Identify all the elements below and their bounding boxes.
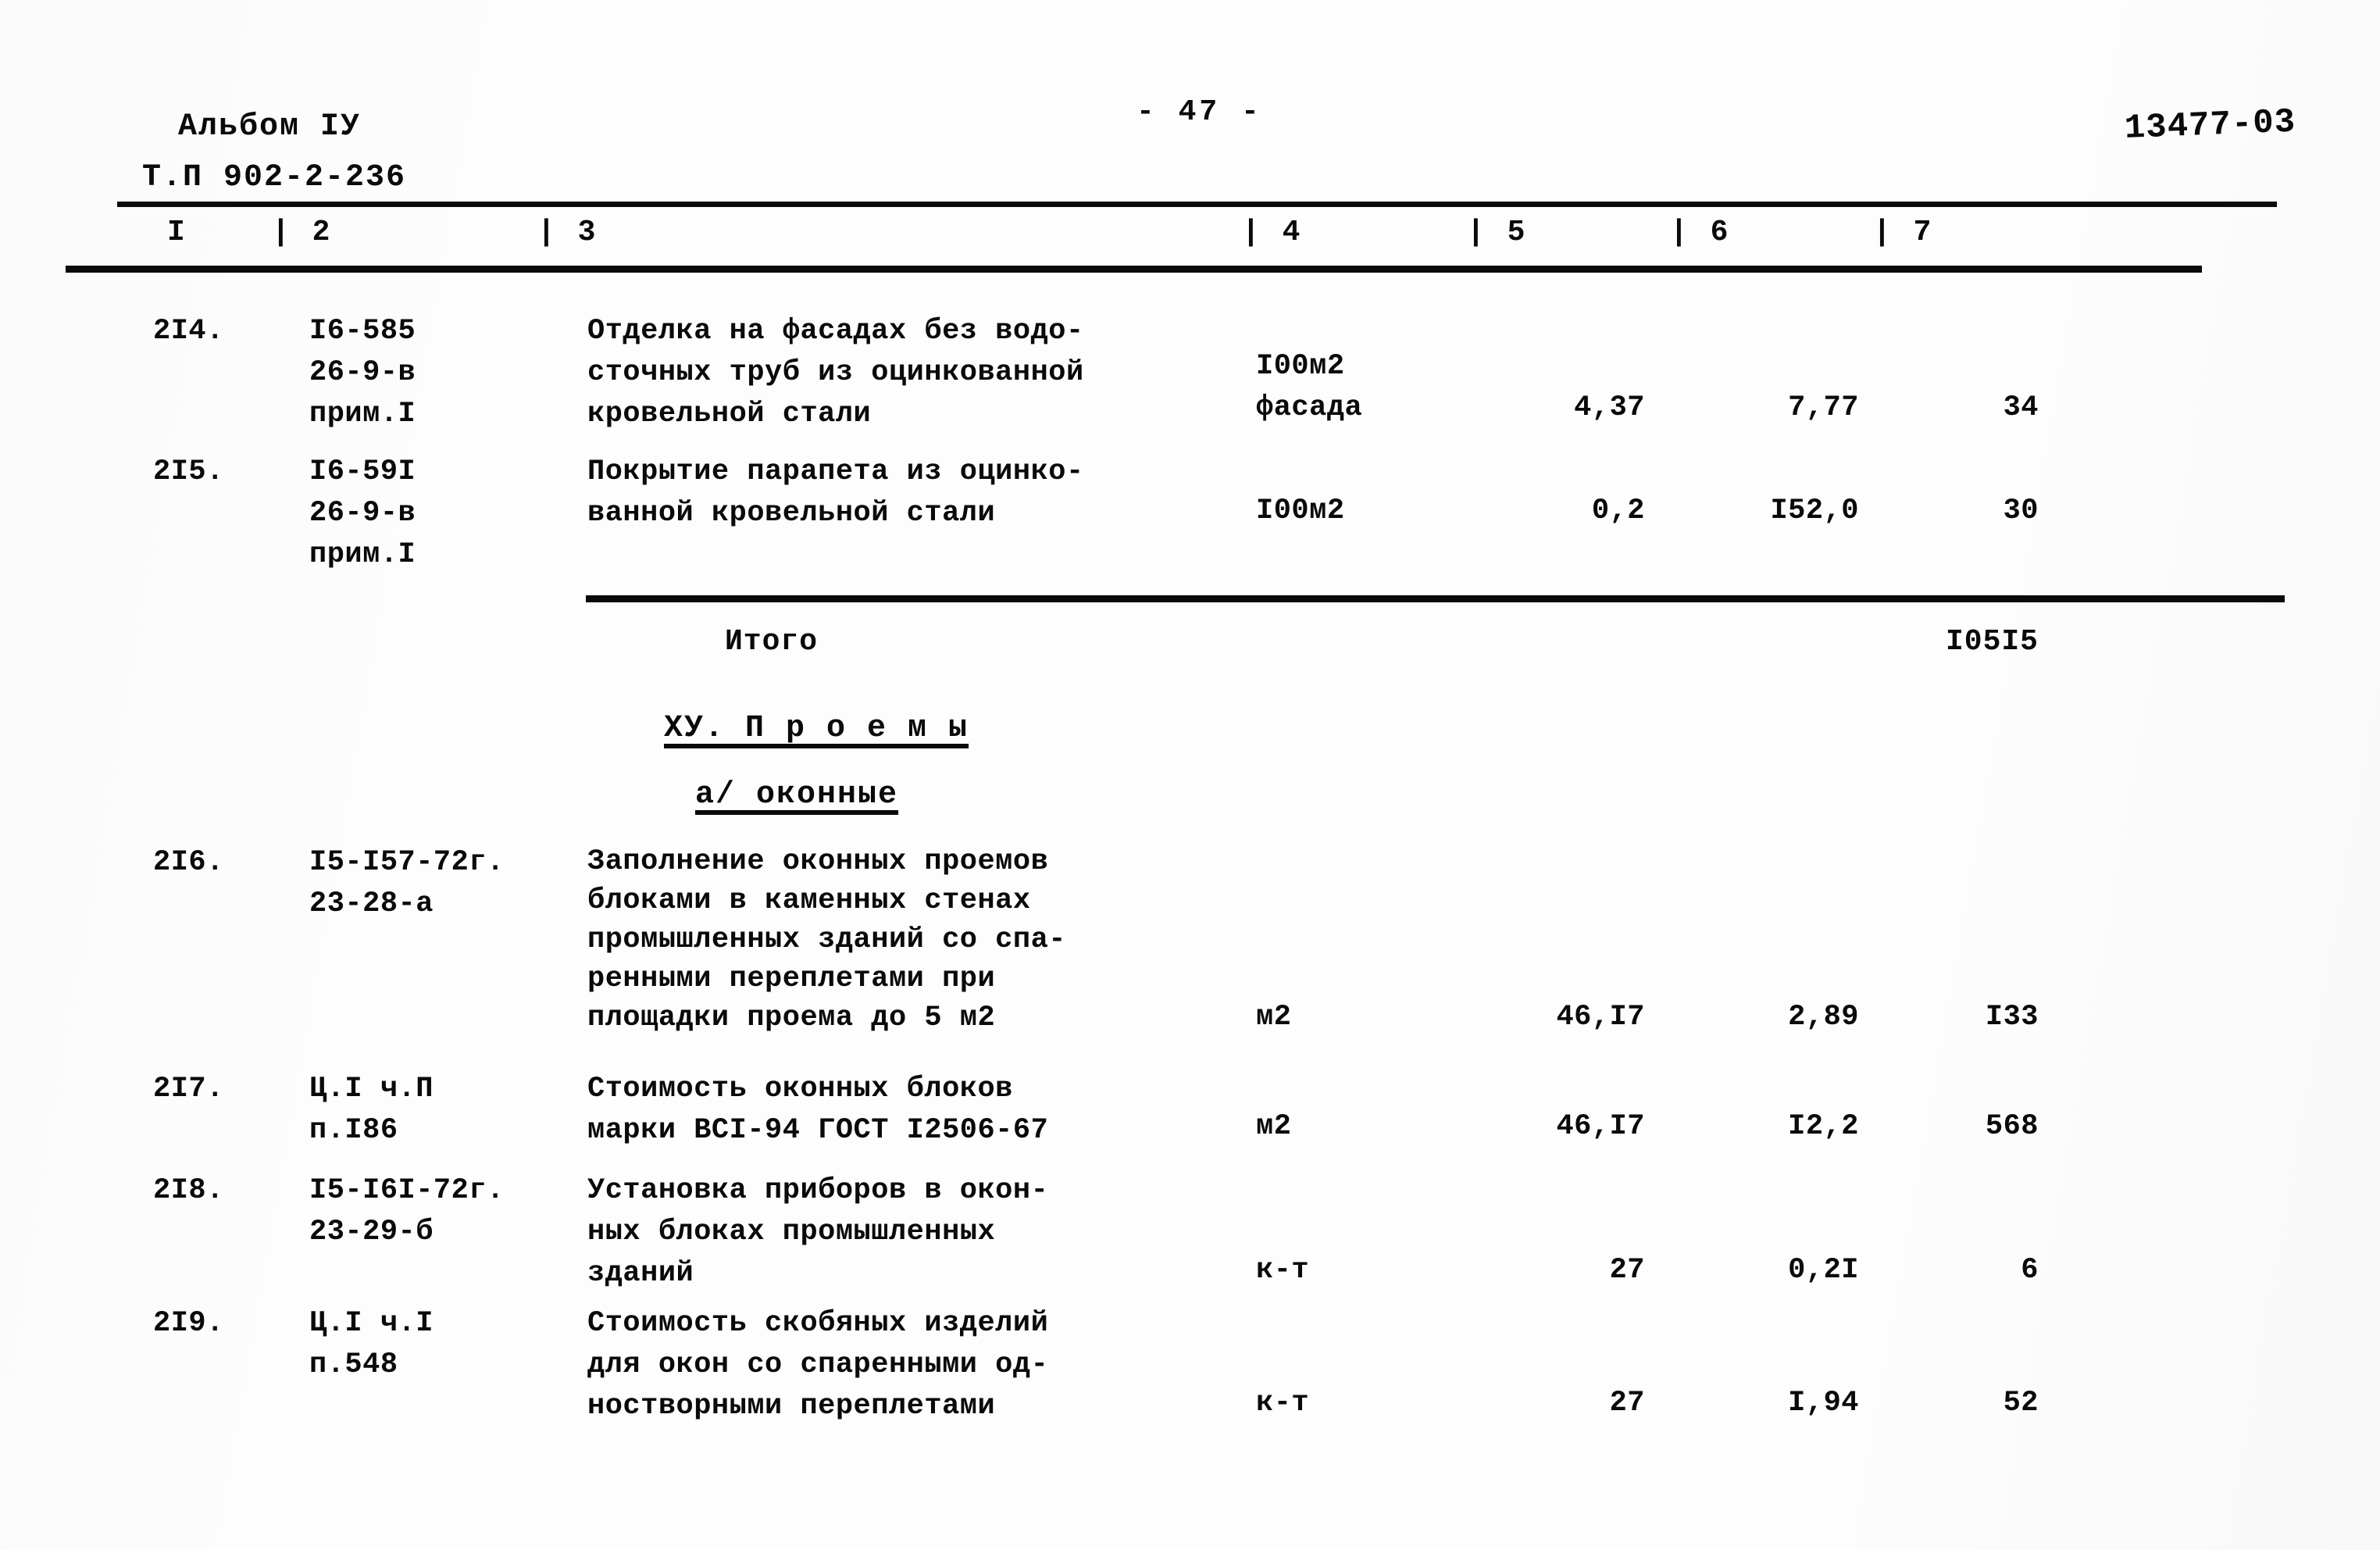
row-price: I,94 [1788, 1387, 1859, 1420]
row-sum: 52 [2003, 1387, 2039, 1420]
section-subheading-okonnye: а/ оконные [695, 777, 899, 812]
row-unit: м2 [1256, 1110, 1292, 1143]
subtotal-divider [586, 595, 2285, 602]
row-unit: м2 [1256, 1001, 1292, 1034]
row-code: Ц.I ч.П п.I86 [309, 1073, 434, 1147]
row-description: Стоимость скобяных изделий для окон со с… [587, 1307, 1049, 1423]
row-number: 2I6. [153, 846, 224, 879]
row-description: Покрытие парапета из оцинко- ванной кров… [587, 455, 1084, 530]
row-description: Установка приборов в окон- ных блоках пр… [587, 1174, 1049, 1290]
row-sum: 30 [2003, 495, 2039, 527]
row-number: 2I5. [153, 455, 224, 488]
document-page: Альбом IУ Т.П 902-2-236 - 47 - 13477-03 … [0, 0, 2380, 1550]
row-number: 2I7. [153, 1073, 224, 1105]
subtotal-label: Итого [725, 625, 819, 659]
estimate-table: 2I4. I6-585 26-9-в прим.I Отделка на фас… [0, 0, 2380, 1550]
row-quantity: 27 [1609, 1387, 1645, 1420]
row-sum: 568 [1985, 1110, 2039, 1143]
row-sum: 6 [2021, 1254, 2039, 1287]
row-number: 2I4. [153, 315, 224, 348]
row-number: 2I9. [153, 1307, 224, 1340]
subtotal-value: I05I5 [1945, 625, 2039, 659]
row-description: Заполнение оконных проемов блоками в кам… [587, 845, 1066, 1034]
row-unit: I00м2 [1256, 495, 1345, 527]
row-quantity: 27 [1609, 1254, 1645, 1287]
row-unit: к-т [1256, 1387, 1310, 1420]
row-price: I2,2 [1788, 1110, 1859, 1143]
row-code: I6-59I 26-9-в прим.I [309, 455, 416, 571]
row-code: I5-I6I-72г. 23-29-б [309, 1174, 505, 1248]
row-price: 2,89 [1788, 1001, 1859, 1034]
row-description: Стоимость оконных блоков марки ВСI-94 ГО… [587, 1073, 1049, 1147]
row-description: Отделка на фасадах без водо- сточных тру… [587, 315, 1084, 430]
row-unit: к-т [1256, 1254, 1310, 1287]
row-price: 0,2I [1788, 1254, 1859, 1287]
row-code: I5-I57-72г. 23-28-а [309, 846, 505, 920]
row-quantity: 46,I7 [1556, 1001, 1645, 1034]
row-code: I6-585 26-9-в прим.I [309, 315, 416, 430]
row-number: 2I8. [153, 1174, 224, 1207]
row-unit: I00м2 фасада [1256, 350, 1363, 424]
row-sum: 34 [2003, 391, 2039, 424]
row-quantity: 0,2 [1591, 495, 1645, 527]
row-quantity: 46,I7 [1556, 1110, 1645, 1143]
section-heading-proemy: ХУ. П р о е м ы [664, 711, 969, 746]
row-code: Ц.I ч.I п.548 [309, 1307, 434, 1381]
row-quantity: 4,37 [1574, 391, 1645, 424]
row-price: 7,77 [1788, 391, 1859, 424]
row-sum: I33 [1985, 1001, 2039, 1034]
row-price: I52,0 [1770, 495, 1859, 527]
